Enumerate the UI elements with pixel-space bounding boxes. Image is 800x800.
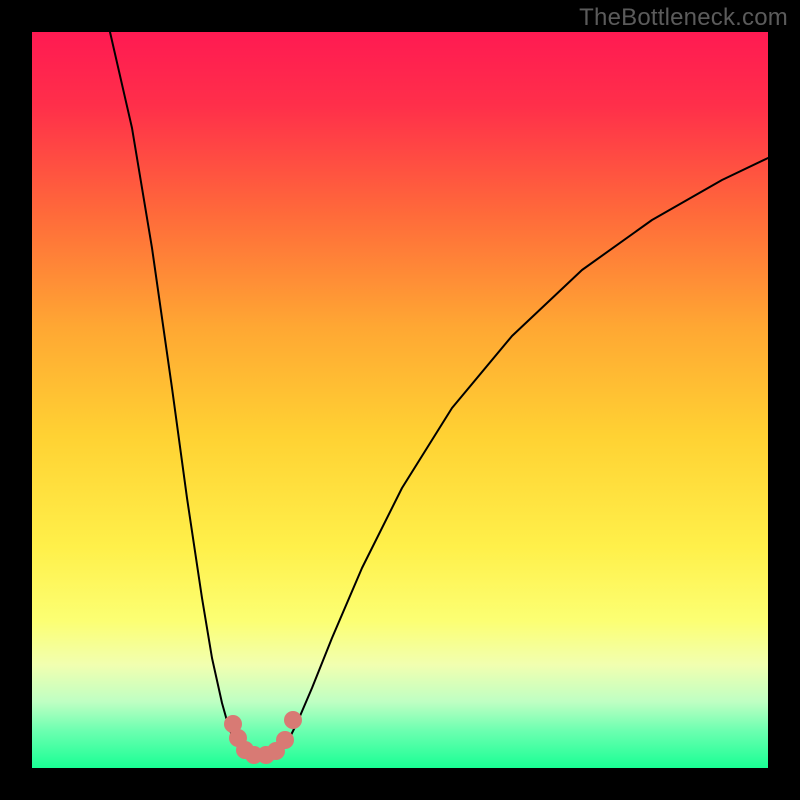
plot-area [32,32,768,768]
trough-marker [276,731,294,749]
trough-marker [284,711,302,729]
curve-layer [32,32,768,768]
watermark-text: TheBottleneck.com [579,4,788,32]
chart-frame: TheBottleneck.com [0,0,800,800]
bottleneck-curve [110,32,768,756]
trough-markers [224,711,302,764]
